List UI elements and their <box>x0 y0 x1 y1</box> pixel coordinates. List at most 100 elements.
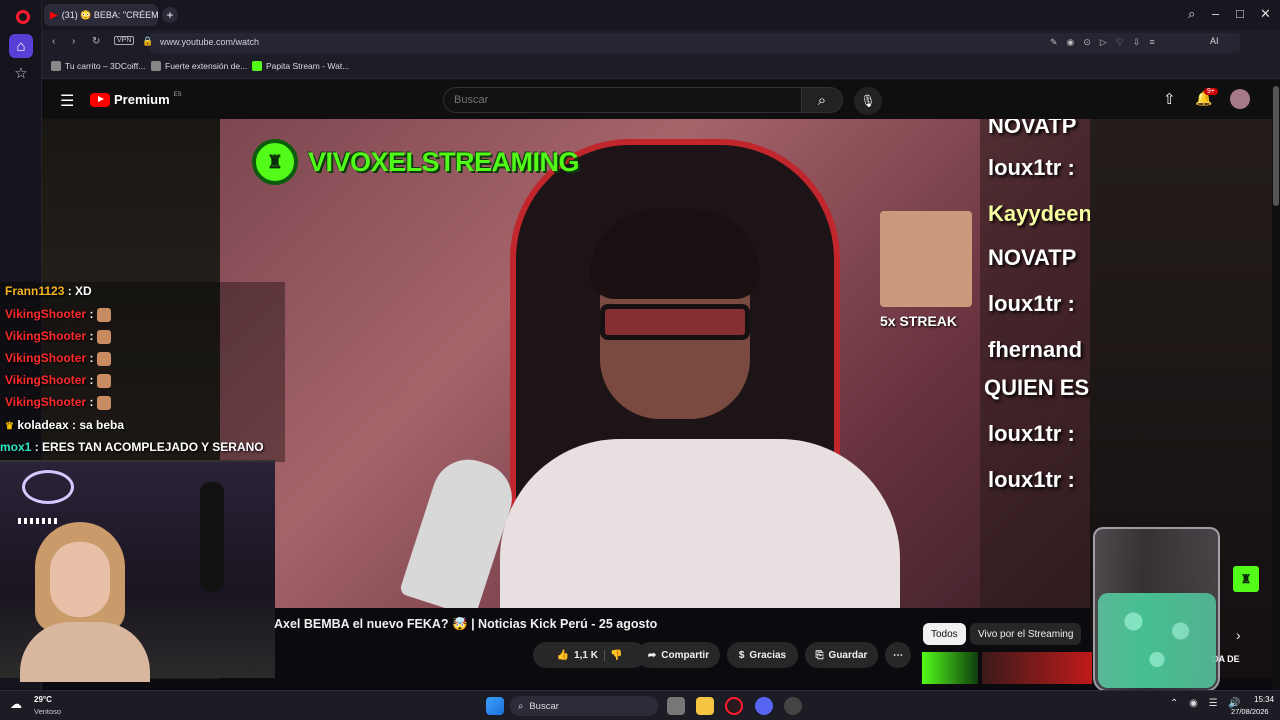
save-button[interactable]: ⎘ Guardar <box>805 642 878 668</box>
chat-message: VikingShooter : <box>5 351 112 366</box>
more-icon: ⋯ <box>893 649 903 661</box>
video-chat-line: Kayydeen <box>988 201 1090 226</box>
like-button[interactable]: 👍 1,1 K <box>557 649 605 661</box>
stream-chat-overlay: Frann1123 : XD VikingShooter : VikingSho… <box>0 282 285 462</box>
weather-desc: Ventoso <box>34 707 62 716</box>
chat-message: ♛ koladeax : sa beba <box>5 418 125 432</box>
bookmark-icon: ⎘ <box>815 649 824 661</box>
back-icon[interactable]: ‹ <box>52 36 55 47</box>
url-field[interactable]: VPN 🔒 www.youtube.com/watch ✎◉⊙▷♡⇩≡ AI <box>114 33 1240 53</box>
like-dislike-group: 👍 1,1 K 👎 <box>533 642 646 668</box>
emote-icon <box>97 395 112 410</box>
dislike-button[interactable]: 👎 <box>610 650 622 661</box>
weather-temp[interactable]: 29°C <box>34 695 52 704</box>
chat-message: Frann1123 : XD <box>5 284 92 298</box>
tab-bar: ▶ (31) 😳 BEBA: "CRÉEM + ⌕ – □ ✕ <box>42 0 1280 30</box>
address-bar: ‹ › ↻ VPN 🔒 www.youtube.com/watch ✎◉⊙▷♡⇩… <box>42 30 1280 56</box>
search-tabs-icon[interactable]: ⌕ <box>1188 6 1195 22</box>
bookmarks-bar: Tu carrito – 3DCoiff... Fuerte extensión… <box>42 56 1280 79</box>
streak-label: 5x STREAK <box>880 313 958 329</box>
tab-youtube[interactable]: ▶ (31) 😳 BEBA: "CRÉEM <box>44 4 158 26</box>
ai-button[interactable]: AI <box>1210 36 1219 46</box>
kick-favicon-icon <box>252 61 262 71</box>
chat-message: VikingShooter : <box>5 395 112 410</box>
thumbnail[interactable] <box>922 652 978 684</box>
thanks-button[interactable]: $ Gracias <box>727 642 798 668</box>
clock-time[interactable]: 15:34 <box>1254 695 1274 704</box>
search-icon: ⌕ <box>817 91 827 109</box>
windows-taskbar: ☁ 29°C Ventoso ⌕ Buscar ⌃ ◉ ☰ 🔊 15:34 27/… <box>0 690 1280 720</box>
share-icon: ➦ <box>647 649 657 661</box>
reload-icon[interactable]: ↻ <box>92 36 100 47</box>
video-player[interactable]: ♜ VIVOXELSTREAMING 5x STREAK NOVATP loux… <box>220 119 1090 608</box>
thumbs-down-icon: 👎 <box>609 649 623 661</box>
youtube-play-icon <box>90 92 110 107</box>
bookmark-favicon-icon <box>151 61 161 71</box>
video-title: Axel BEMBA el nuevo FEKA? 🤯 | Noticias K… <box>274 617 658 631</box>
webcam-streamer <box>20 522 160 682</box>
search-icon: ⌕ <box>518 700 524 712</box>
emote-icon <box>97 307 112 322</box>
file-explorer-icon[interactable] <box>696 697 714 715</box>
url-text: www.youtube.com/watch <box>160 37 260 47</box>
windows-start-icon[interactable] <box>486 697 504 715</box>
overlay-title: VIVOXELSTREAMING <box>308 146 580 177</box>
chat-message: VikingShooter : <box>5 307 112 322</box>
vpn-badge[interactable]: VPN <box>114 36 135 45</box>
youtube-logo[interactable]: Premium ES <box>90 92 182 107</box>
bookmark-item[interactable]: Tu carrito – 3DCoiff... <box>51 61 145 71</box>
video-chat-line: fhernand <box>988 337 1083 362</box>
kick-jar <box>1093 527 1220 692</box>
menu-icon[interactable]: ☰ <box>60 91 74 111</box>
emote-icon <box>97 329 112 344</box>
star-icon[interactable]: ☆ <box>9 61 33 85</box>
scrollbar-thumb[interactable] <box>1273 86 1279 206</box>
chevron-right-icon[interactable]: › <box>1236 627 1241 643</box>
video-chat-line: loux1tr : <box>988 421 1075 446</box>
chip-channel[interactable]: Vivo por el Streaming <box>970 623 1082 645</box>
upload-icon[interactable]: ⇧ <box>1163 90 1176 108</box>
home-icon[interactable]: ⌂ <box>9 34 33 58</box>
video-chat-line: loux1tr : <box>988 467 1075 492</box>
new-tab-icon[interactable]: + <box>162 7 178 23</box>
close-icon[interactable]: ✕ <box>1260 6 1271 22</box>
opera-logo-icon[interactable] <box>16 10 30 24</box>
bookmark-item[interactable]: Fuerte extensión de... <box>151 61 247 71</box>
bookmark-item[interactable]: Papita Stream - Wat... <box>252 61 349 71</box>
taskbar-search[interactable]: ⌕ Buscar <box>510 696 658 716</box>
chip-all[interactable]: Todos <box>923 623 966 645</box>
chat-message: VikingShooter : <box>5 373 112 388</box>
task-view-icon[interactable] <box>667 697 685 715</box>
thanks-icon: $ <box>738 649 745 661</box>
streamer <box>500 209 900 608</box>
minimize-icon[interactable]: – <box>1212 6 1219 21</box>
app-icon[interactable] <box>784 697 802 715</box>
avatar[interactable] <box>1230 89 1250 109</box>
tab-title: (31) 😳 BEBA: "CRÉEM <box>61 9 158 20</box>
discord-icon[interactable] <box>755 697 773 715</box>
video-chat-line: loux1tr : <box>988 291 1075 316</box>
video-chat-line: loux1tr : <box>988 155 1075 180</box>
channel-overlay: ♜ VIVOXELSTREAMING <box>252 139 580 185</box>
voice-search-button[interactable]: 🎙 <box>854 87 882 115</box>
notification-badge: 9+ <box>1204 88 1218 95</box>
search-button[interactable]: ⌕ <box>801 87 843 113</box>
crown-icon: ♛ <box>5 421 14 432</box>
kick-logo-icon: ♜ <box>1233 566 1259 592</box>
thumbnail[interactable] <box>982 652 1092 684</box>
youtube-favicon-icon: ▶ <box>50 9 58 21</box>
search-input[interactable] <box>443 87 802 113</box>
address-tools-icon[interactable]: ✎◉⊙▷♡⇩≡ <box>1050 37 1164 48</box>
mic-icon: 🎙 <box>860 94 876 108</box>
emote-icon <box>97 373 112 388</box>
opera-icon[interactable] <box>725 697 743 715</box>
clock-date[interactable]: 27/08/2026 <box>1231 707 1269 716</box>
emote-icon <box>97 351 112 366</box>
forward-icon[interactable]: › <box>72 36 75 47</box>
chat-message: VikingShooter : <box>5 329 112 344</box>
maximize-icon[interactable]: □ <box>1236 6 1244 21</box>
share-button[interactable]: ➦ Compartir <box>637 642 720 668</box>
video-chat-line: NOVATP <box>988 119 1077 138</box>
weather-icon[interactable]: ☁ <box>10 697 22 711</box>
more-actions-button[interactable]: ⋯ <box>885 642 911 668</box>
